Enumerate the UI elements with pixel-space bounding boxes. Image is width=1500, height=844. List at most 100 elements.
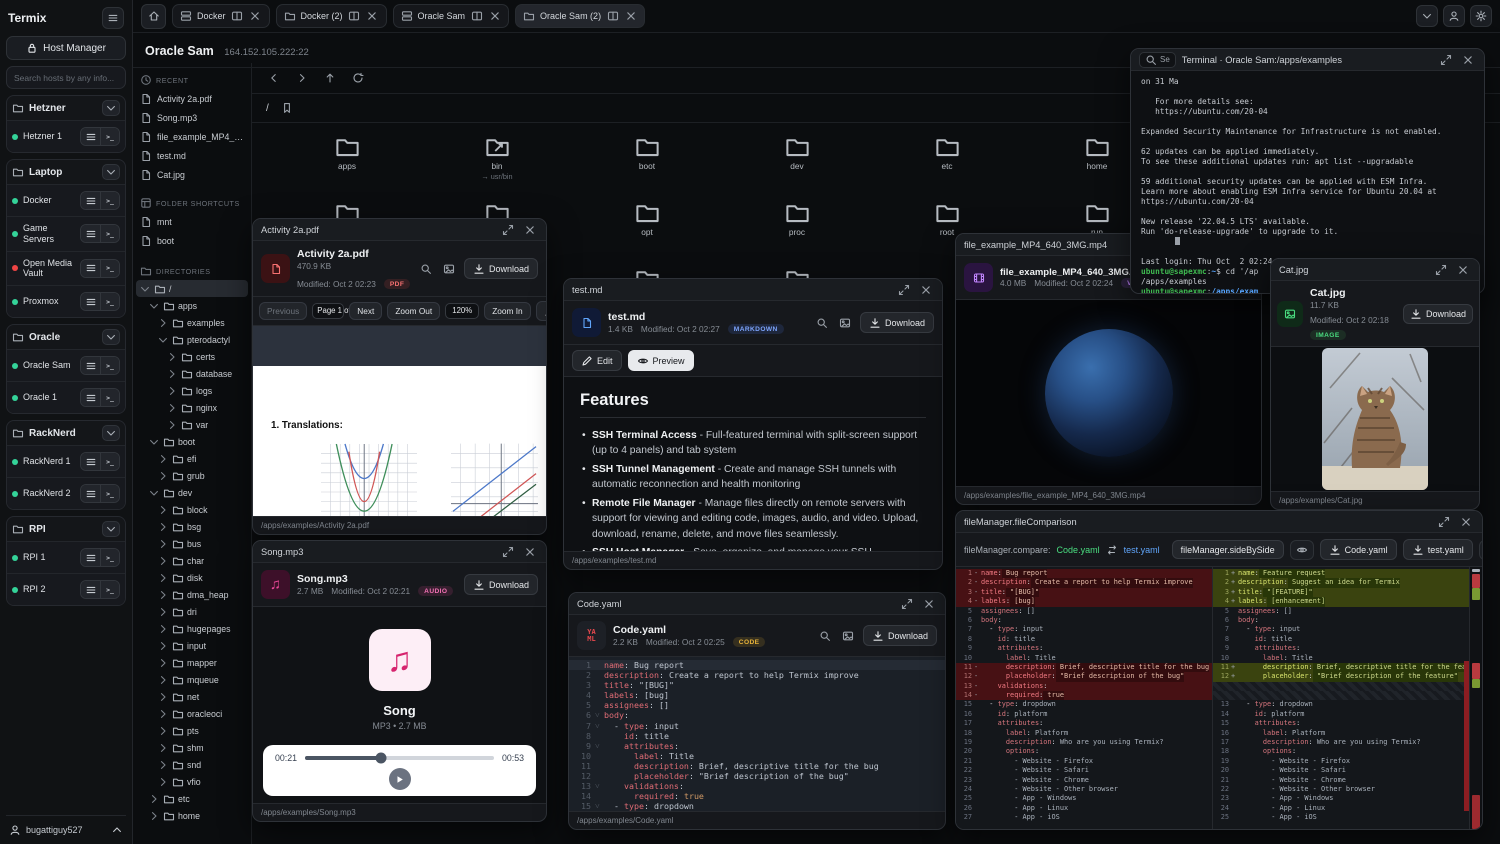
host-file-manager-button[interactable] <box>81 549 100 566</box>
close-button[interactable] <box>1460 52 1476 68</box>
tree-node-home[interactable]: home <box>136 807 248 824</box>
diff-window-titlebar[interactable]: fileManager.fileComparison <box>956 511 1482 533</box>
tree-node-shm[interactable]: shm <box>136 739 248 756</box>
tree-node-examples[interactable]: examples <box>136 314 248 331</box>
tree-node-/[interactable]: / <box>136 280 248 297</box>
grid-folder-proc[interactable]: proc <box>722 199 872 257</box>
settings-button[interactable] <box>1470 5 1492 27</box>
host-file-manager-button[interactable] <box>81 293 100 310</box>
audio-download-button[interactable]: Download <box>464 574 538 595</box>
host-item[interactable]: Docker >_ <box>7 184 125 216</box>
host-item[interactable]: Open Media Vault >_ <box>7 251 125 286</box>
image-window-titlebar[interactable]: Cat.jpg <box>1271 259 1479 281</box>
host-item[interactable]: Proxmox >_ <box>7 285 125 317</box>
tree-node-mapper[interactable]: mapper <box>136 654 248 671</box>
host-terminal-button[interactable]: >_ <box>100 192 119 209</box>
bookmark-button[interactable] <box>279 100 295 116</box>
pdf-zoom-out-button[interactable]: Zoom Out <box>387 302 440 320</box>
group-collapse-button[interactable] <box>102 100 120 116</box>
group-collapse-button[interactable] <box>102 521 120 537</box>
host-manager-button[interactable]: Host Manager <box>6 36 126 60</box>
tree-node-grub[interactable]: grub <box>136 467 248 484</box>
tree-node-database[interactable]: database <box>136 365 248 382</box>
code-download-button[interactable]: Download <box>863 625 937 646</box>
md-minimap-button[interactable] <box>837 315 853 331</box>
back-button[interactable] <box>266 70 282 86</box>
code-window-titlebar[interactable]: Code.yaml <box>569 593 945 615</box>
tree-node-etc[interactable]: etc <box>136 790 248 807</box>
tab-close-button[interactable] <box>366 10 379 23</box>
expand-button[interactable] <box>1436 514 1452 530</box>
md-window-titlebar[interactable]: test.md <box>564 279 942 301</box>
tree-node-nginx[interactable]: nginx <box>136 399 248 416</box>
tree-node-dri[interactable]: dri <box>136 603 248 620</box>
diff-download-right-button[interactable]: test.yaml <box>1403 539 1473 560</box>
host-terminal-button[interactable]: >_ <box>100 581 119 598</box>
grid-folder-dev[interactable]: dev <box>722 133 872 191</box>
pdf-minimap-button[interactable] <box>441 261 457 277</box>
diff-view-toggle-button[interactable] <box>1290 540 1314 560</box>
tree-node-efi[interactable]: efi <box>136 450 248 467</box>
grid-folder-apps[interactable]: apps <box>272 133 422 191</box>
tree-node-input[interactable]: input <box>136 637 248 654</box>
diff-refresh-button[interactable] <box>1479 540 1483 560</box>
grid-folder-boot[interactable]: boot <box>572 133 722 191</box>
pdf-window-titlebar[interactable]: Activity 2a.pdf <box>253 219 546 241</box>
host-group-header[interactable]: RPI <box>7 517 125 541</box>
tab-split-button[interactable] <box>231 10 244 23</box>
tree-node-boot[interactable]: boot <box>136 433 248 450</box>
updates-button[interactable] <box>1416 5 1438 27</box>
home-tab-button[interactable] <box>141 4 166 29</box>
host-item[interactable]: Oracle 1 >_ <box>7 381 125 413</box>
pdf-previous-button[interactable]: Previous <box>259 302 307 320</box>
expand-button[interactable] <box>500 222 516 238</box>
host-search-input[interactable] <box>6 66 126 89</box>
user-footer[interactable]: bugattiguy527 <box>6 815 126 838</box>
tree-node-oracleoci[interactable]: oracleoci <box>136 705 248 722</box>
host-file-manager-button[interactable] <box>81 581 100 598</box>
expand-button[interactable] <box>899 596 915 612</box>
play-button[interactable] <box>389 768 411 790</box>
host-terminal-button[interactable]: >_ <box>100 453 119 470</box>
close-button[interactable] <box>921 596 937 612</box>
host-group-header[interactable]: RackNerd <box>7 421 125 445</box>
md-edit-tab[interactable]: Edit <box>572 350 622 371</box>
host-item[interactable]: RPI 1 >_ <box>7 541 125 573</box>
code-minimap-button[interactable] <box>840 628 856 644</box>
close-button[interactable] <box>1455 262 1471 278</box>
audio-window-titlebar[interactable]: Song.mp3 <box>253 541 546 563</box>
admin-button[interactable] <box>1443 5 1465 27</box>
group-collapse-button[interactable] <box>102 329 120 345</box>
expand-button[interactable] <box>1433 262 1449 278</box>
sidebar-menu-button[interactable] <box>102 7 124 29</box>
seek-slider[interactable] <box>305 756 494 760</box>
host-file-manager-button[interactable] <box>81 389 100 406</box>
tab-oracle-sam[interactable]: Oracle Sam <box>393 4 510 28</box>
group-collapse-button[interactable] <box>102 425 120 441</box>
pdf-search-button[interactable] <box>418 261 434 277</box>
tab-close-button[interactable] <box>624 10 637 23</box>
host-group-header[interactable]: Hetzner <box>7 96 125 120</box>
host-item[interactable]: Game Servers >_ <box>7 216 125 251</box>
tree-node-dev[interactable]: dev <box>136 484 248 501</box>
recent-file[interactable]: Cat.jpg <box>136 165 248 184</box>
refresh-button[interactable] <box>350 70 366 86</box>
tree-node-logs[interactable]: logs <box>136 382 248 399</box>
grid-folder-bin[interactable]: bin → usr/bin <box>422 133 572 191</box>
shortcut-folder[interactable]: mnt <box>136 212 248 231</box>
md-download-button[interactable]: Download <box>860 312 934 333</box>
recent-file[interactable]: file_example_MP4_640_3MG.mp4 <box>136 127 248 146</box>
host-item[interactable]: Oracle Sam >_ <box>7 349 125 381</box>
host-file-manager-button[interactable] <box>81 225 100 242</box>
host-terminal-button[interactable]: >_ <box>100 549 119 566</box>
tree-node-dma_heap[interactable]: dma_heap <box>136 586 248 603</box>
pdf-zoom-in-button[interactable]: Zoom In <box>484 302 530 320</box>
tab-close-button[interactable] <box>249 10 262 23</box>
tab-split-button[interactable] <box>470 10 483 23</box>
host-group-header[interactable]: Oracle <box>7 325 125 349</box>
tree-node-pterodactyl[interactable]: pterodactyl <box>136 331 248 348</box>
host-terminal-button[interactable]: >_ <box>100 260 119 277</box>
tree-node-var[interactable]: var <box>136 416 248 433</box>
host-file-manager-button[interactable] <box>81 453 100 470</box>
expand-button[interactable] <box>1438 52 1454 68</box>
